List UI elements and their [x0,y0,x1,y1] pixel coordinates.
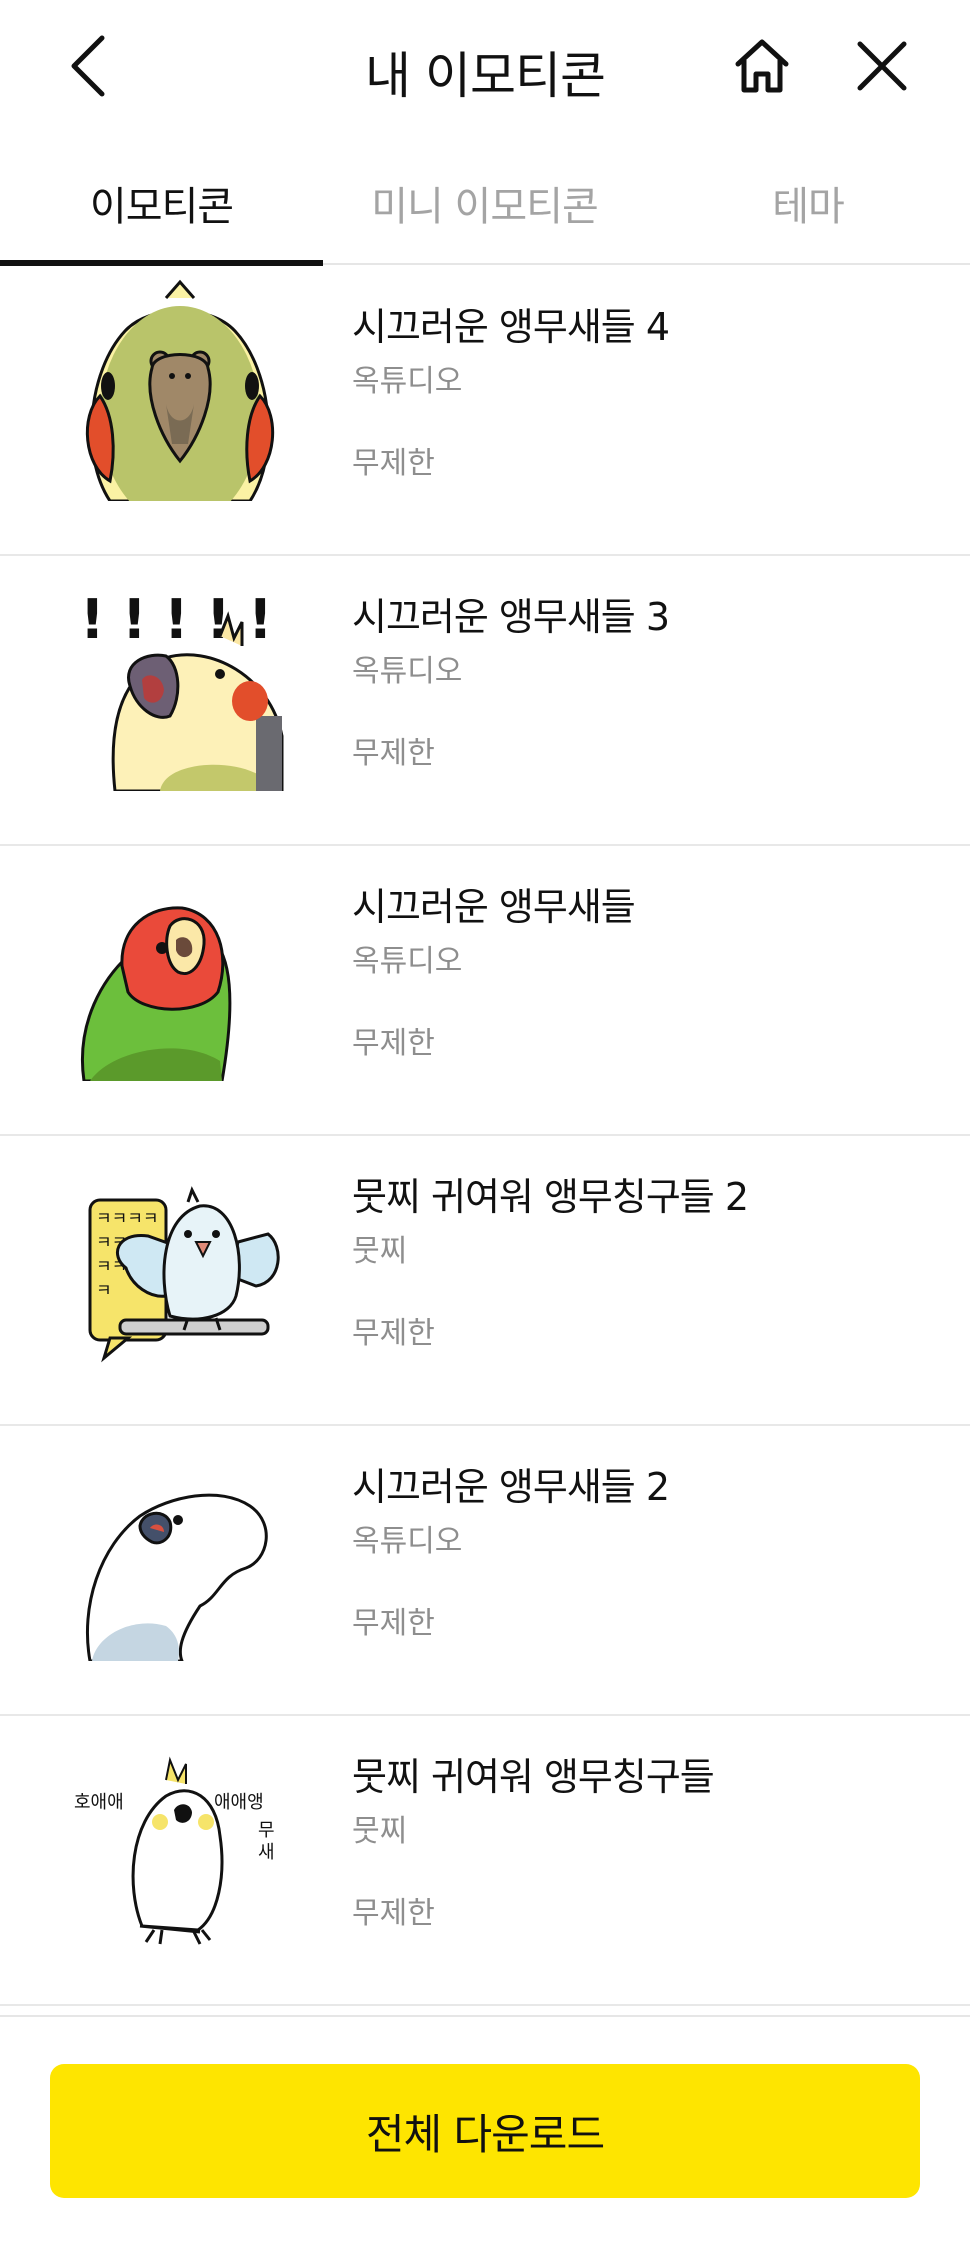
list-item[interactable]: 시끄러운 앵무새들 옥튜디오 무제한 [0,846,970,1136]
emoticon-author: 옥튜디오 [352,944,463,979]
emoticon-author: 옥튜디오 [352,654,463,689]
sticker-laugh-text: ㅋㅋㅋㅋ [96,1209,159,1229]
emoticon-period: 무제한 [352,736,435,771]
parrot-sticker-thumbnail [85,279,275,501]
list-item[interactable]: 시끄러운 앵무새들 4 옥튜디오 무제한 [0,266,970,556]
emoticon-name: 시끄러운 앵무새들 [352,885,636,929]
tab-emoticon[interactable]: 이모티콘 [0,140,323,265]
sticker-cry-text: 호애애 [74,1792,124,1813]
list-item[interactable]: ! ! ! ! ! 시끄러운 앵무새들 3 옥튜디오 무제한 [0,556,970,846]
list-item[interactable]: ㅋㅋㅋㅋ ㅋㅋㅋㅋ ㅋㅋㅋㅋ ㅋ 뭇찌 귀여워 앵무칭구들 2 뭇찌 무제한 [0,1136,970,1426]
emoticon-author: 옥튜디오 [352,364,463,399]
home-icon [735,39,789,93]
exclaim-mark: ! [248,588,273,651]
sticker-cry-text: 무 [258,1820,275,1841]
emoticon-name: 시끄러운 앵무새들 2 [352,1465,670,1509]
tab-theme[interactable]: 테마 [646,140,970,265]
close-icon [857,41,907,91]
cockatiel-sticker-thumbnail: ! ! ! ! ! [80,588,284,791]
lovebird-sticker-thumbnail [81,906,232,1081]
emoticon-author: 뭇찌 [352,1234,408,1269]
list-item[interactable]: 시끄러운 앵무새들 2 옥튜디오 무제한 [0,1426,970,1716]
emoticon-period: 무제한 [352,1896,435,1931]
home-button[interactable] [730,34,794,98]
bottom-action-bar: 전체 다운로드 [0,2015,970,2248]
exclaim-mark: ! [80,588,105,651]
page-title: 내 이모티콘 [365,47,606,105]
emoticon-period: 무제한 [352,1316,435,1351]
sticker-cry-text: 애애앵 [214,1792,264,1813]
emoticon-author: 뭇찌 [352,1814,408,1849]
emoticon-list: 시끄러운 앵무새들 4 옥튜디오 무제한 ! ! ! ! ! 시끄러운 앵무새들… [0,266,970,2006]
emoticon-period: 무제한 [352,1606,435,1641]
emoticon-author: 옥튜디오 [352,1524,463,1559]
close-button[interactable] [852,36,912,96]
exclaim-mark: ! [122,588,147,651]
emoticon-name: 뭇찌 귀여워 앵무칭구들 2 [352,1175,749,1219]
emoticon-period: 무제한 [352,446,435,481]
tab-mini-emoticon[interactable]: 미니 이모티콘 [323,140,646,265]
sticker-laugh-text: ㅋ [96,1281,112,1301]
sticker-cry-text: 새 [258,1842,275,1863]
tab-bar: 이모티콘 미니 이모티콘 테마 [0,140,970,266]
cockatoo-sticker-thumbnail [86,1493,268,1661]
white-cockatiel-sticker-thumbnail: 호애애 애애앵 무 새 [74,1756,275,1945]
emoticon-period: 무제한 [352,1026,435,1061]
list-item[interactable]: 호애애 애애앵 무 새 뭇찌 귀여워 앵무칭구들 뭇찌 무제한 [0,1716,970,2006]
emoticon-name: 시끄러운 앵무새들 4 [352,305,670,349]
exclaim-mark: ! [164,588,189,651]
emoticon-name: 뭇찌 귀여워 앵무칭구들 [352,1755,715,1799]
budgie-sticker-thumbnail: ㅋㅋㅋㅋ ㅋㅋㅋㅋ ㅋㅋㅋㅋ ㅋ [88,1186,280,1363]
emoticon-name: 시끄러운 앵무새들 3 [352,595,670,639]
app-header: 내 이모티콘 [0,0,970,140]
download-all-button[interactable]: 전체 다운로드 [50,2064,920,2198]
